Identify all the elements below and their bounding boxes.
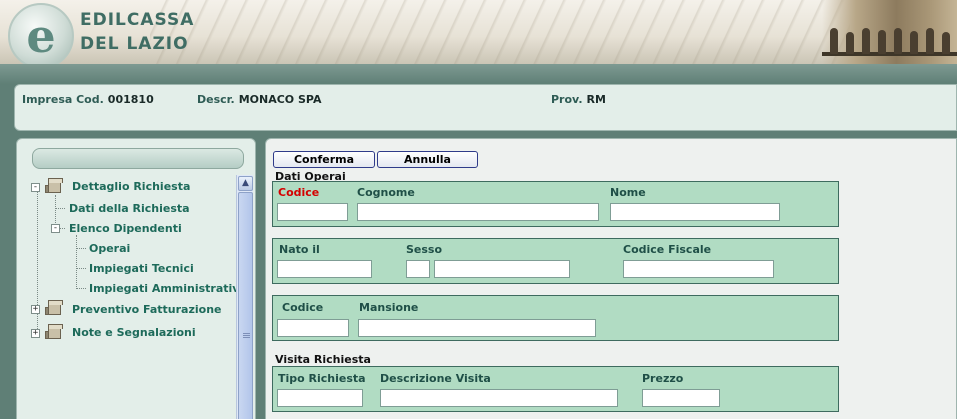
cognome-label: Cognome [357,186,415,199]
tree-item-note-segnalazioni[interactable]: Note e Segnalazioni [72,326,196,339]
nav-panel-header [32,148,244,169]
nav-scrollbar[interactable]: ▲ [236,175,253,419]
mansione-field[interactable] [358,319,596,337]
expand-icon[interactable]: + [31,305,40,314]
codice-mansione-label: Codice [282,301,324,314]
banner-workers-photo [822,0,957,66]
tree-line [76,268,86,269]
expand-icon[interactable]: + [31,329,40,338]
confirm-button[interactable]: Conferma [273,151,375,168]
descr-label: Descr. [197,93,235,106]
operaio-identity-group: Codice Cognome Nome [272,181,839,227]
codice-fiscale-label: Codice Fiscale [623,243,712,256]
sesso-label: Sesso [406,243,443,256]
collapse-icon[interactable]: - [51,224,60,233]
tree-line [76,235,77,287]
prezzo-label: Prezzo [642,372,684,385]
scroll-thumb[interactable] [238,192,253,419]
tree-item-operai[interactable]: Operai [89,242,130,255]
mansione-label: Mansione [359,301,419,314]
section-title-visita: Visita Richiesta [275,353,371,366]
tree-line [76,248,86,249]
banner-decoration [150,0,850,66]
cancel-button[interactable]: Annulla [377,151,478,168]
codice-field[interactable] [277,203,348,221]
nato-il-label: Nato il [279,243,320,256]
sesso-code-field[interactable] [406,260,430,278]
descrizione-visita-label: Descrizione Visita [380,372,491,385]
prov-info: Prov. RM [551,93,606,106]
impresa-label: Impresa Cod. [22,93,104,106]
sesso-description-field[interactable] [434,260,570,278]
tree-line [76,288,86,289]
nav-panel: - Dettaglio Richiesta Dati della Richies… [16,138,256,419]
descrizione-visita-field[interactable] [380,389,618,407]
impresa-value: 001810 [107,93,154,106]
tipo-richiesta-label: Tipo Richiesta [278,372,366,385]
header-banner: e EDILCASSA DEL LAZIO [0,0,957,66]
tree-item-impiegati-amministrativi[interactable]: Impiegati Amministrativi [89,282,243,295]
codice-label: Codice [278,186,320,199]
tree-item-elenco-dipendenti[interactable]: Elenco Dipendenti [69,222,182,235]
impresa-info: Impresa Cod. 001810 [22,93,154,106]
descr-value: MONACO SPA [238,93,322,106]
tree-item-dati-richiesta[interactable]: Dati della Richiesta [69,202,190,215]
codice-mansione-field[interactable] [277,319,349,337]
logo-icon: e [8,3,74,66]
operaio-job-group: Codice Mansione [272,295,839,341]
operaio-personal-group: Nato il Sesso Codice Fiscale [272,238,839,284]
scroll-up-icon[interactable]: ▲ [238,176,253,191]
package-icon [44,324,63,340]
descr-info: Descr. MONACO SPA [197,93,321,106]
nato-il-field[interactable] [277,260,372,278]
company-info-bar: Impresa Cod. 001810 Descr. MONACO SPA Prov… [14,84,957,131]
cognome-field[interactable] [357,203,599,221]
nome-label: Nome [610,186,646,199]
package-icon [44,178,63,194]
tree-item-dettaglio-richiesta[interactable]: Dettaglio Richiesta [72,180,190,193]
logo-text-line2: DEL LAZIO [80,34,189,54]
visita-group: Tipo Richiesta Descrizione Visita Prezzo [272,366,839,412]
collapse-icon[interactable]: - [31,183,40,192]
nome-field[interactable] [610,203,780,221]
tree-item-preventivo-fatturazione[interactable]: Preventivo Fatturazione [72,303,222,316]
logo-text-line1: EDILCASSA [80,10,195,30]
tree-line [55,208,65,209]
tree-item-impiegati-tecnici[interactable]: Impiegati Tecnici [89,262,194,275]
tipo-richiesta-field[interactable] [277,389,363,407]
banner-divider [0,64,957,84]
content-panel: Conferma Annulla Dati Operai Codice Cogn… [265,138,957,419]
package-icon [44,300,63,316]
codice-fiscale-field[interactable] [623,260,774,278]
prov-label: Prov. [551,93,583,106]
prezzo-field[interactable] [642,389,720,407]
prov-value: RM [586,93,606,106]
